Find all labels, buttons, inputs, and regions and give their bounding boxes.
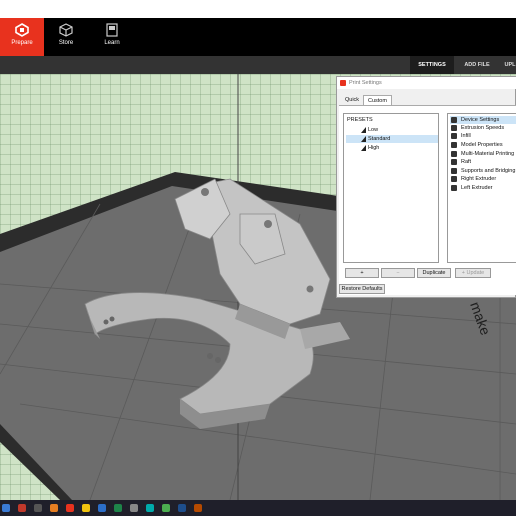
chrome-icon[interactable] (18, 504, 26, 512)
infill-icon (451, 133, 457, 139)
category-label: Device Settings (461, 117, 500, 123)
preset-low[interactable]: Low (346, 126, 438, 134)
remove-preset-button[interactable]: − (381, 268, 415, 278)
category-raft[interactable]: Raft (450, 158, 516, 166)
preset-label: Standard (368, 136, 391, 142)
learn-book-icon (106, 23, 118, 37)
extruder-icon (451, 176, 457, 182)
category-label: Extrusion Speeds (461, 125, 505, 131)
restore-defaults-button[interactable]: Restore Defaults (339, 284, 385, 294)
cura-icon[interactable] (66, 504, 74, 512)
category-label: Supports and Bridging (461, 168, 516, 174)
nav-prepare-label: Prepare (11, 40, 33, 46)
preset-label: High (368, 145, 380, 151)
taskbar (0, 500, 516, 516)
preset-standard[interactable]: Standard (346, 135, 438, 143)
app-header: Prepare Store Learn (0, 18, 516, 56)
preset-icon (361, 145, 366, 151)
preset-high[interactable]: High (346, 144, 438, 152)
category-extrusion-speeds[interactable]: Extrusion Speeds (450, 124, 516, 132)
add-file-tab[interactable]: ADD FILE (456, 56, 498, 74)
raft-icon (451, 159, 457, 165)
category-right-extruder[interactable]: Right Extruder (450, 175, 516, 183)
nav-learn-label: Learn (104, 40, 120, 46)
dialog-title: Print Settings (349, 80, 382, 86)
screen: Prepare Store Learn SETTINGS ADD FILE UP… (0, 0, 516, 516)
cura-logo-icon (15, 23, 29, 37)
print-settings-dialog: Print Settings Quick Custom PRESETS Low … (336, 76, 516, 298)
vlc-icon[interactable] (34, 504, 42, 512)
settings-icon[interactable] (130, 504, 138, 512)
update-button[interactable]: + Update (455, 268, 491, 278)
cura-app-icon (340, 80, 346, 86)
upload-tab[interactable]: UPL (500, 56, 516, 74)
excel-icon[interactable] (114, 504, 122, 512)
category-multi-material[interactable]: Multi-Material Printing (450, 150, 516, 158)
sub-toolbar: SETTINGS ADD FILE UPL (0, 56, 516, 74)
tab-custom[interactable]: Custom (363, 95, 392, 105)
dialog-title-bar: Print Settings (337, 77, 516, 89)
supports-icon (451, 168, 457, 174)
category-supports[interactable]: Supports and Bridging (450, 167, 516, 175)
eye-icon (451, 142, 457, 148)
duplicate-button[interactable]: Duplicate (417, 268, 451, 278)
printer-icon (451, 117, 457, 123)
tab-quick[interactable]: Quick (341, 95, 363, 105)
autodesk-icon[interactable] (146, 504, 154, 512)
category-label: Infill (461, 133, 471, 139)
category-label: Raft (461, 159, 472, 165)
start-icon[interactable] (2, 504, 10, 512)
category-label: Right Extruder (461, 176, 497, 182)
category-infill[interactable]: Infill (450, 132, 516, 140)
category-label: Multi-Material Printing (461, 151, 515, 157)
nav-prepare[interactable]: Prepare (0, 18, 44, 56)
preset-label: Low (368, 127, 379, 133)
photoshop-icon[interactable] (178, 504, 186, 512)
nav-store-label: Store (58, 40, 74, 46)
illustrator-icon[interactable] (194, 504, 202, 512)
store-cube-icon (59, 23, 73, 37)
presets-header: PRESETS (347, 117, 373, 123)
word-icon[interactable] (98, 504, 106, 512)
preset-icon (361, 127, 366, 133)
category-left-extruder[interactable]: Left Extruder (450, 184, 516, 192)
acrobat-icon[interactable] (50, 504, 58, 512)
speed-icon (451, 125, 457, 131)
category-device-settings[interactable]: Device Settings (450, 116, 516, 124)
maps-icon[interactable] (162, 504, 170, 512)
add-preset-button[interactable]: + (345, 268, 379, 278)
multi-material-icon (451, 151, 457, 157)
categories-list[interactable]: Device Settings Extrusion Speeds Infill … (447, 113, 516, 263)
explorer-icon[interactable] (82, 504, 90, 512)
settings-tab[interactable]: SETTINGS (410, 56, 454, 74)
nav-store[interactable]: Store (44, 18, 88, 56)
category-label: Left Extruder (461, 185, 493, 191)
extruder-icon (451, 185, 457, 191)
category-model-properties[interactable]: Model Properties (450, 141, 516, 149)
nav-learn[interactable]: Learn (90, 18, 134, 56)
presets-list[interactable]: PRESETS Low Standard High (343, 113, 439, 263)
title-strip (0, 0, 516, 18)
preset-icon (361, 136, 366, 142)
category-label: Model Properties (461, 142, 503, 148)
